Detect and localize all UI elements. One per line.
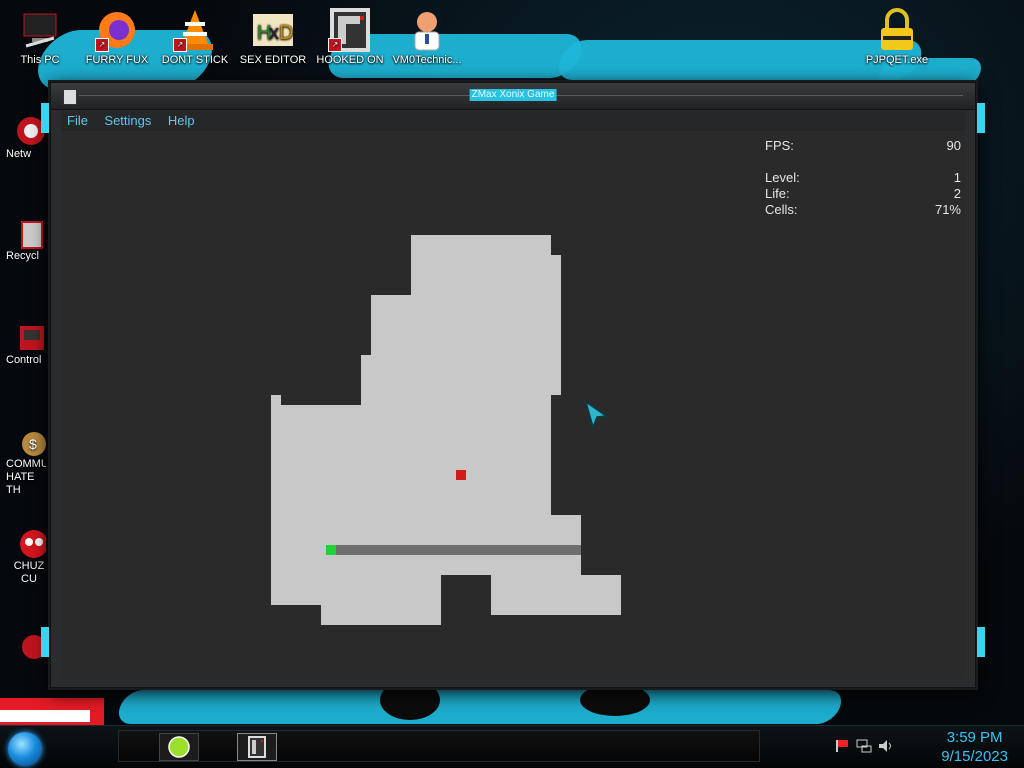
- frame-accent: [977, 103, 985, 133]
- desktop-icon-pjpqet[interactable]: PJPQET.exe: [861, 8, 933, 67]
- taskbar: 3:59 PM 9/15/2023: [0, 725, 1024, 768]
- life-value: 2: [953, 186, 961, 201]
- claimed-area: [321, 605, 441, 625]
- fps-row: FPS: 90: [765, 138, 961, 154]
- life-label: Life:: [765, 186, 790, 201]
- vlc-cone-icon: ↗: [173, 8, 217, 52]
- desktop-icon-hooked-on[interactable]: ↗ HOOKED ON: [314, 8, 386, 67]
- taskbar-strip: [118, 730, 760, 762]
- claimed-area: [271, 395, 281, 405]
- desktop-icon-control-panel[interactable]: Control: [0, 320, 46, 366]
- hxd-icon: HxD: [251, 8, 295, 52]
- desktop-icon-this-pc[interactable]: This PC: [4, 8, 76, 67]
- claimed-area: [361, 355, 561, 395]
- xonix-app-icon[interactable]: [63, 89, 77, 105]
- claimed-area: [411, 235, 551, 255]
- control-panel-icon: [14, 320, 46, 354]
- desktop-icon-recycle-bin[interactable]: Recycl: [0, 216, 46, 262]
- window-title: ZMax Xonix Game: [469, 89, 557, 101]
- player-trail: [336, 545, 581, 555]
- clock-date: 9/15/2023: [941, 748, 1008, 765]
- desktop-icon-red-app[interactable]: [0, 630, 46, 664]
- desktop-icon-label: Netw: [6, 148, 32, 160]
- enemy-ball: [456, 470, 466, 480]
- desktop-icon-label: Control: [6, 354, 42, 366]
- red-creature-icon: [14, 526, 46, 560]
- money-bag-icon: $: [14, 424, 46, 458]
- cells-value: 71%: [934, 202, 961, 217]
- cells-row: Cells: 71%: [765, 202, 961, 218]
- lime-app-icon: [168, 736, 190, 758]
- recycle-bin-icon: [14, 216, 46, 250]
- menu-settings[interactable]: Settings: [98, 111, 157, 131]
- svg-text:$: $: [29, 436, 37, 452]
- padlock-icon: [875, 8, 919, 52]
- desktop-icon-network[interactable]: Netw: [0, 114, 46, 160]
- desktop-icon-label: SEX EDITOR: [239, 54, 307, 66]
- level-row: Level: 1: [765, 170, 961, 186]
- play-field: [61, 132, 661, 732]
- title-bar[interactable]: ZMax Xonix Game: [51, 83, 975, 110]
- taskbar-xonix[interactable]: [237, 733, 277, 761]
- volume-icon[interactable]: [878, 738, 894, 754]
- desktop-icon-dont-stick[interactable]: ↗ DONT STICK: [159, 8, 231, 67]
- desktop-icon-sex-editor[interactable]: HxD SEX EDITOR: [237, 8, 309, 67]
- claimed-area: [361, 395, 551, 405]
- svg-text:D: D: [279, 22, 293, 44]
- desktop-icon-commu[interactable]: $ COMMU HATE TH: [0, 424, 46, 497]
- doctor-avatar-icon: [405, 8, 449, 52]
- desktop-icon-chuz[interactable]: CHUZ CU: [0, 526, 46, 586]
- clock[interactable]: 3:59 PM 9/15/2023: [941, 728, 1008, 766]
- desktop-icon-furry-fux[interactable]: ↗ FURRY FUX: [81, 8, 153, 67]
- desktop-icon-label: This PC: [20, 54, 60, 66]
- system-tray: 3:59 PM 9/15/2023: [824, 726, 1024, 768]
- firefox-icon: ↗: [95, 8, 139, 52]
- desktop-icon-label: CHUZ CU: [13, 560, 45, 585]
- player-marker: [326, 545, 336, 555]
- xonix-game-window[interactable]: ZMax Xonix Game File Settings Help FPS: …: [41, 82, 985, 688]
- desktop-icon-label: Recycl: [6, 250, 40, 262]
- claimed-area: [411, 255, 561, 295]
- desktop-icon-label: VM0Technic...: [392, 54, 462, 66]
- desktop-icon-label: PJPQET.exe: [865, 54, 929, 66]
- mouse-cursor-icon: [584, 400, 609, 430]
- claimed-area: [271, 405, 551, 515]
- svg-text:x: x: [269, 22, 279, 44]
- desktop-icon-label: COMMU HATE TH: [6, 458, 46, 496]
- xonix-icon: ↗: [328, 8, 372, 52]
- frame-accent: [41, 103, 49, 133]
- start-button[interactable]: [8, 732, 42, 766]
- game-canvas[interactable]: FPS: 90 Level: 1 Life: 2 Cells: 71%: [61, 132, 965, 679]
- flag-alert-icon[interactable]: [834, 738, 850, 754]
- claimed-area: [271, 575, 441, 605]
- menu-help[interactable]: Help: [162, 111, 201, 131]
- clock-time: 3:59 PM: [946, 729, 1003, 746]
- fps-value: 90: [946, 138, 961, 153]
- claimed-area: [491, 575, 621, 615]
- fps-label: FPS:: [765, 138, 794, 153]
- stats-panel: FPS: 90 Level: 1 Life: 2 Cells: 71%: [765, 138, 961, 218]
- desktop-icon-label: DONT STICK: [161, 54, 229, 66]
- menu-file[interactable]: File: [61, 111, 94, 131]
- computer-icon: [18, 8, 62, 52]
- menu-bar: File Settings Help: [61, 111, 965, 131]
- level-label: Level:: [765, 170, 800, 185]
- frame-accent: [977, 627, 985, 657]
- cells-label: Cells:: [765, 202, 798, 217]
- life-row: Life: 2: [765, 186, 961, 202]
- claimed-area: [371, 295, 561, 355]
- level-value: 1: [953, 170, 961, 185]
- desktop-icon-label: HOOKED ON: [316, 54, 384, 66]
- network-icon[interactable]: [856, 738, 872, 754]
- frame-accent: [41, 627, 49, 657]
- desktop-icon-vm0technic[interactable]: VM0Technic...: [391, 8, 463, 67]
- desktop-icon-label: FURRY FUX: [85, 54, 149, 66]
- xonix-icon: [248, 736, 266, 758]
- taskbar-lime-app[interactable]: [159, 733, 199, 761]
